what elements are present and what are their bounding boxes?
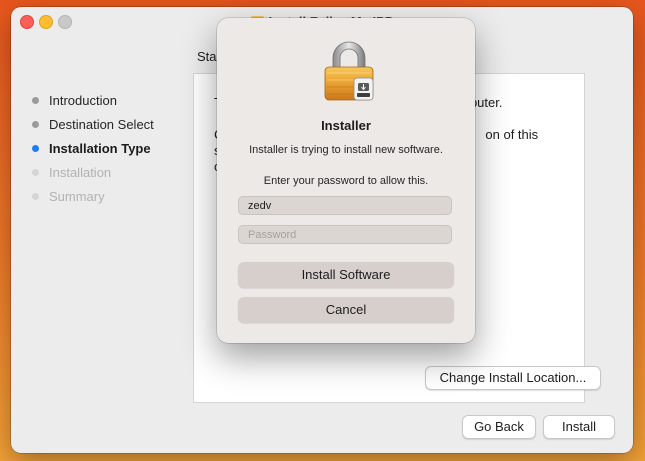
step-label: Summary bbox=[49, 189, 105, 204]
lock-icon bbox=[324, 41, 374, 101]
step-label: Installation Type bbox=[49, 141, 151, 156]
step-introduction: Introduction bbox=[31, 93, 154, 117]
dialog-prompt: Enter your password to allow this. bbox=[263, 175, 429, 187]
step-destination-select: Destination Select bbox=[31, 117, 154, 141]
step-label: Introduction bbox=[49, 93, 117, 108]
dialog-message: Installer is trying to install new softw… bbox=[249, 144, 443, 156]
step-summary: Summary bbox=[31, 189, 154, 213]
step-label: Destination Select bbox=[49, 117, 154, 132]
dialog-title: Installer bbox=[321, 118, 371, 133]
installer-steps: Introduction Destination Select Installa… bbox=[31, 93, 154, 213]
step-installation-type: Installation Type bbox=[31, 141, 154, 165]
pane-heading: Sta bbox=[197, 49, 217, 64]
authentication-dialog: Installer Installer is trying to install… bbox=[217, 18, 475, 343]
step-installation: Installation bbox=[31, 165, 154, 189]
step-dot bbox=[32, 97, 39, 104]
install-button[interactable]: Install bbox=[543, 415, 615, 439]
go-back-button[interactable]: Go Back bbox=[462, 415, 536, 439]
step-dot bbox=[32, 121, 39, 128]
install-software-button[interactable]: Install Software bbox=[238, 262, 454, 288]
username-field[interactable] bbox=[238, 196, 452, 215]
cancel-button[interactable]: Cancel bbox=[238, 297, 454, 323]
step-label: Installation bbox=[49, 165, 112, 180]
change-install-location-button[interactable]: Change Install Location... bbox=[425, 366, 601, 390]
step-dot-current bbox=[32, 145, 39, 152]
password-field[interactable] bbox=[238, 225, 452, 244]
step-dot bbox=[32, 169, 39, 176]
step-dot bbox=[32, 193, 39, 200]
